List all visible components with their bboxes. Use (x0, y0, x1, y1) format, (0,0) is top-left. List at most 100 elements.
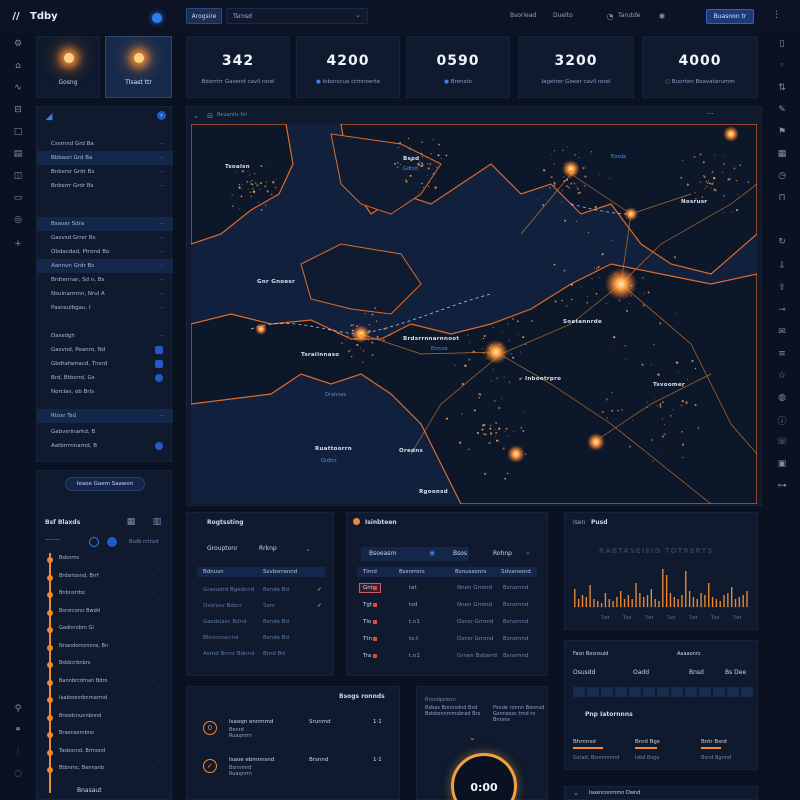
help-icon[interactable]: ◌ (12, 768, 24, 780)
check-icon[interactable]: ✓ (317, 602, 322, 609)
more-icon[interactable]: ·· (159, 235, 163, 242)
chevron-down-icon[interactable]: ⌄ (525, 548, 531, 556)
settings-icon[interactable]: ✱ (657, 11, 667, 21)
bell-icon[interactable]: ◔ (605, 11, 615, 21)
menu-icon[interactable]: ⋮ (772, 10, 781, 20)
timeline-item[interactable]: Braonsornbno (59, 730, 94, 736)
top-link-3[interactable]: Tarutde (618, 12, 640, 19)
more-icon[interactable]: ·· (159, 291, 163, 298)
list-item[interactable]: Brdtennar, Sd n, Bs ·· (37, 273, 173, 287)
top-link-2[interactable]: Duelto (553, 12, 573, 19)
chevron-down-icon[interactable]: ⌄ (191, 111, 201, 121)
tag-icon[interactable]: ⊸ (776, 304, 788, 316)
filter-select-2[interactable]: Rrknp (259, 545, 277, 552)
user-icon[interactable]: ◦ (776, 60, 788, 72)
timeline-item[interactable]: Bsbnrns (59, 555, 79, 561)
layers-icon[interactable]: ⊟ (205, 111, 215, 121)
search-button[interactable]: Arogsire (186, 8, 222, 24)
more-icon[interactable]: ·· (151, 730, 154, 736)
more-icon[interactable]: ·· (151, 573, 154, 579)
bookmark-icon[interactable]: ▯ (776, 38, 788, 50)
timeline-item[interactable]: Iaaboonnbnrnarrnd (59, 695, 107, 701)
chart-icon[interactable]: ◫ (12, 170, 24, 182)
checkbox[interactable] (155, 360, 163, 368)
timeline-item[interactable]: Bsbbcrbnbrs (59, 660, 90, 666)
pin-icon[interactable]: ⚲ (12, 703, 24, 715)
camera-icon[interactable]: ◎ (12, 214, 24, 226)
tab-2[interactable]: Bsos (453, 550, 467, 557)
more-icon[interactable]: ·· (151, 695, 154, 701)
list-item[interactable]: Bbbasri Grd Ba ·· (37, 151, 173, 165)
column-header[interactable]: Bsnussonrs (455, 569, 486, 575)
square-icon[interactable]: □ (12, 126, 24, 138)
list-item[interactable]: Cssrnnd Grd Ba ·· (37, 137, 173, 151)
timeline-item[interactable]: Brdsrtosnd, Brrf (59, 573, 99, 579)
more-icon[interactable]: ·· (151, 625, 154, 631)
timeline-item[interactable]: Bannbrcdrnan Bdro (59, 678, 107, 684)
grid-icon[interactable]: ▦ (127, 517, 136, 527)
list-icon[interactable]: ▥ (153, 517, 162, 527)
more-icon[interactable]: ·· (159, 183, 163, 190)
mail-icon[interactable]: ✉ (776, 326, 788, 338)
more-icon[interactable]: ·· (151, 748, 154, 754)
section-header[interactable]: Dassdgh ·· (37, 329, 173, 343)
upload-icon[interactable]: ⇧ (776, 282, 788, 294)
info-icon[interactable]: ⓘ (776, 414, 788, 427)
notification-dot[interactable] (152, 13, 162, 23)
list-item[interactable]: Aannvn Grdr Bs ·· (37, 259, 173, 273)
column-header[interactable]: Bssnrrors (399, 569, 425, 575)
more-icon[interactable]: ·· (159, 333, 163, 340)
download-icon[interactable]: ⇩ (776, 260, 788, 272)
tab-1[interactable]: Bsoeasm (369, 550, 396, 557)
box-icon[interactable]: ▣ (776, 458, 788, 470)
list-item[interactable]: Brd, Btbsrrd, Gs (37, 371, 173, 385)
toggle-icon[interactable] (89, 537, 99, 547)
more-icon[interactable]: ·· (159, 305, 163, 312)
share-icon[interactable]: ⇅ (776, 82, 788, 94)
timeline-item[interactable]: Brosdcnunnbnnd (59, 713, 101, 719)
sliders-icon[interactable]: ⊶ (776, 480, 788, 492)
radio[interactable] (155, 374, 163, 382)
checkbox[interactable] (155, 346, 163, 354)
timeline-item[interactable]: Bnbnsrrbo (59, 590, 85, 596)
clock-icon[interactable]: ◷ (776, 170, 788, 182)
timeline-item[interactable]: Tasbocnd, Brrnond (59, 748, 105, 754)
activity-icon[interactable]: ∿ (12, 82, 24, 94)
filter-select[interactable]: Grouptonr (207, 545, 238, 552)
section-header[interactable]: Rtosr Tsd ·· (37, 409, 173, 423)
layers-icon[interactable]: ⊟ (12, 104, 24, 116)
search-input[interactable]: Tsrnsd ⌄ (226, 8, 368, 24)
column-header[interactable]: Bdnusn (203, 569, 224, 575)
home-icon[interactable]: ⌂ (12, 60, 24, 72)
plus-icon[interactable]: + (12, 238, 24, 250)
refresh-icon[interactable]: ↻ (776, 236, 788, 248)
more-icon[interactable]: ·· (151, 643, 154, 649)
timeline-button[interactable]: Ieaoe Gaem Saawon (65, 477, 145, 491)
more-icon[interactable]: ·· (159, 221, 163, 228)
timeline-item[interactable]: Bsrorcorsr Bwdd (59, 608, 100, 614)
globe-icon[interactable]: ◍ (776, 392, 788, 404)
more-icon[interactable]: ·· (151, 660, 154, 666)
timeline-item[interactable]: Gadnnnbrn Gl (59, 625, 94, 631)
more-icon[interactable]: ·· (151, 555, 154, 561)
list-item[interactable]: Gasvsd Grrer Bs ·· (37, 231, 173, 245)
more-icon[interactable]: ·· (159, 413, 163, 420)
more-icon[interactable]: ·· (159, 263, 163, 270)
more-icon[interactable]: ·· (151, 713, 154, 719)
list-item[interactable]: Pasnsulbgau, I ·· (37, 301, 173, 315)
grid-icon[interactable]: ⚙ (12, 38, 24, 50)
top-link-1[interactable]: Bsoriead (510, 12, 536, 19)
link-icon[interactable]: ⚭ (12, 724, 24, 736)
toggle-icon[interactable] (107, 537, 117, 547)
more-icon[interactable]: ·· (151, 678, 154, 684)
expand-icon[interactable]: › (157, 111, 166, 120)
list-item[interactable]: Gabvsrinarkd, B (37, 425, 173, 439)
filter-icon[interactable]: ⫶ (12, 746, 24, 758)
chevron-down-icon[interactable]: ⌄ (573, 789, 579, 797)
more-icon[interactable]: ·· (159, 169, 163, 176)
quick-tile-1[interactable]: Gosng (36, 36, 100, 98)
more-icon[interactable]: ·· (159, 155, 163, 162)
list-item[interactable]: Obdacdad, Ptrond Bo ·· (37, 245, 173, 259)
radio[interactable] (155, 442, 163, 450)
column-header[interactable]: Ssvbsrrannd (263, 569, 297, 575)
